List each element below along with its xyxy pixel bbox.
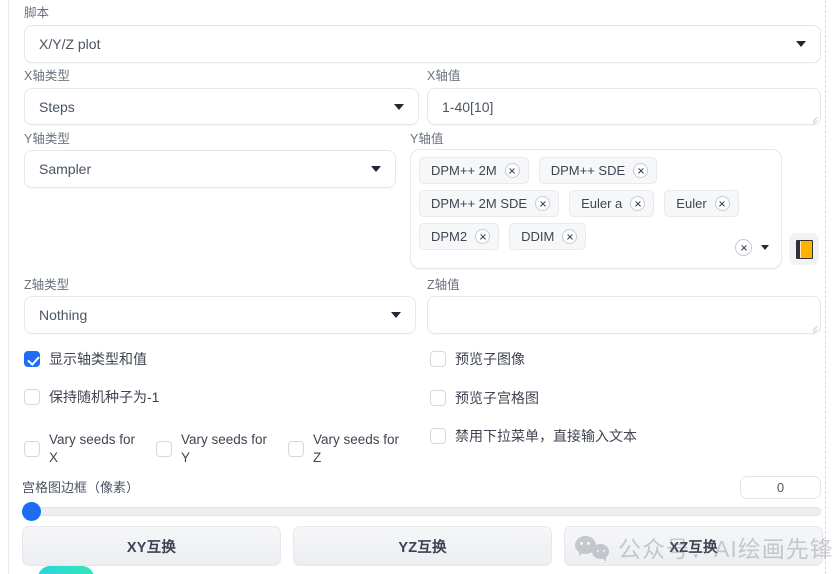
swap-yz-button[interactable]: YZ互换 xyxy=(293,526,552,566)
grid-border-slider-thumb[interactable] xyxy=(22,502,41,521)
checkbox-label: Vary seeds for Y xyxy=(181,432,268,465)
x-axis-type-value: Steps xyxy=(39,98,75,115)
checkbox-label: 禁用下拉菜单，直接输入文本 xyxy=(455,428,637,444)
grid-border-number-input[interactable]: 0 xyxy=(740,476,821,499)
vary-seeds-for-y-checkbox-row[interactable]: Vary seeds for Y xyxy=(156,431,286,467)
x-axis-values-text: 1-40[10] xyxy=(442,99,494,115)
tag-item[interactable]: Euler a xyxy=(569,190,655,217)
tag-label: Euler a xyxy=(581,196,623,211)
checkbox-label: Vary seeds for X xyxy=(49,432,136,465)
z-axis-values-label: Z轴值 xyxy=(427,278,460,292)
x-axis-values-input[interactable]: 1-40[10] xyxy=(427,88,821,125)
y-axis-type-label: Y轴类型 xyxy=(24,132,70,146)
notebook-icon xyxy=(795,239,813,259)
y-axis-type-value: Sampler xyxy=(39,161,92,177)
y-axis-tag-list: DPM++ 2M DPM++ SDE DPM++ 2M SDE Euler a xyxy=(419,157,773,250)
checkbox-label: Vary seeds for Z xyxy=(313,432,400,465)
tag-label: Euler xyxy=(676,196,707,211)
tag-label: DDIM xyxy=(521,229,555,244)
grid-border-slider-track[interactable] xyxy=(22,507,821,516)
x-axis-values-label: X轴值 xyxy=(427,69,461,83)
checkbox-box[interactable] xyxy=(430,351,446,367)
swap-xz-label: XZ互换 xyxy=(669,539,718,556)
disable-dropdown-checkbox-row[interactable]: 禁用下拉菜单，直接输入文本 xyxy=(430,427,637,445)
y-axis-multiselect-actions xyxy=(735,239,769,256)
y-axis-values-multiselect[interactable]: DPM++ 2M DPM++ SDE DPM++ 2M SDE Euler a xyxy=(410,149,782,269)
tag-item[interactable]: Euler xyxy=(664,190,739,217)
checkbox-box[interactable] xyxy=(430,390,446,406)
tag-label: DPM++ 2M xyxy=(431,163,497,178)
tag-item[interactable]: DPM++ 2M SDE xyxy=(419,190,560,217)
z-axis-type-value: Nothing xyxy=(39,307,88,323)
chevron-down-icon xyxy=(394,103,404,110)
show-axis-type-and-values-checkbox-row[interactable]: 显示轴类型和值 xyxy=(24,350,147,368)
checkbox-label: 显示轴类型和值 xyxy=(49,351,147,367)
tag-item[interactable]: DPM2 xyxy=(419,223,500,250)
resize-grip-icon[interactable] xyxy=(807,112,818,124)
remove-tag-icon[interactable] xyxy=(535,196,551,211)
script-label: 脚本 xyxy=(24,6,50,20)
z-axis-type-select[interactable]: Nothing xyxy=(24,296,416,334)
checkbox-box[interactable] xyxy=(24,351,40,367)
grid-border-slider-label: 宫格图边框（像素） xyxy=(22,480,140,495)
checkbox-box[interactable] xyxy=(430,428,446,444)
checkbox-box[interactable] xyxy=(24,389,40,405)
checkbox-box[interactable] xyxy=(24,441,40,457)
vary-seeds-for-z-checkbox-row[interactable]: Vary seeds for Z xyxy=(288,431,418,467)
y-axis-values-label: Y轴值 xyxy=(410,132,444,146)
chevron-down-icon xyxy=(796,41,806,47)
z-axis-type-label: Z轴类型 xyxy=(24,278,70,292)
preview-sub-images-checkbox-row[interactable]: 预览子图像 xyxy=(430,350,525,368)
checkbox-box[interactable] xyxy=(288,441,304,457)
checkbox-box[interactable] xyxy=(156,441,172,457)
script-select-value: X/Y/Z plot xyxy=(39,36,101,52)
swap-xy-label: XY互换 xyxy=(126,539,177,556)
vary-seeds-for-x-checkbox-row[interactable]: Vary seeds for X xyxy=(24,431,154,467)
chevron-down-icon xyxy=(371,166,381,172)
checkbox-label: 保持随机种子为-1 xyxy=(49,389,160,405)
swap-xz-button[interactable]: XZ互换 xyxy=(564,526,823,566)
remove-tag-icon[interactable] xyxy=(475,229,491,244)
remove-tag-icon[interactable] xyxy=(714,196,730,211)
tag-item[interactable]: DPM++ SDE xyxy=(538,157,658,184)
chevron-down-icon[interactable] xyxy=(761,245,769,250)
keep-random-seed-minus-one-checkbox-row[interactable]: 保持随机种子为-1 xyxy=(24,388,159,406)
tag-item[interactable]: DPM++ 2M xyxy=(419,157,529,184)
tag-label: DPM2 xyxy=(431,229,468,244)
preview-sub-grid-checkbox-row[interactable]: 预览子宫格图 xyxy=(430,389,539,407)
tag-item[interactable]: DDIM xyxy=(509,223,587,250)
tag-label: DPM++ 2M SDE xyxy=(431,196,528,211)
bottom-teal-pill[interactable] xyxy=(38,566,94,574)
remove-tag-icon[interactable] xyxy=(633,163,649,178)
resize-grip-icon[interactable] xyxy=(807,321,818,333)
checkbox-label: 预览子宫格图 xyxy=(455,390,539,406)
chevron-down-icon xyxy=(391,312,401,318)
remove-tag-icon[interactable] xyxy=(504,163,520,178)
checkbox-label: 预览子图像 xyxy=(455,351,525,367)
swap-yz-label: YZ互换 xyxy=(398,539,447,556)
clear-all-icon[interactable] xyxy=(735,239,752,256)
x-axis-type-select[interactable]: Steps xyxy=(24,88,419,125)
z-axis-values-input[interactable] xyxy=(427,296,821,334)
script-select[interactable]: X/Y/Z plot xyxy=(24,25,821,63)
y-axis-type-select[interactable]: Sampler xyxy=(24,150,396,188)
xyz-plot-script-panel: 脚本 X/Y/Z plot X轴类型 Steps X轴值 1-40[10] Y轴… xyxy=(0,0,834,574)
remove-tag-icon[interactable] xyxy=(562,229,578,244)
remove-tag-icon[interactable] xyxy=(630,196,646,211)
tag-label: DPM++ SDE xyxy=(550,163,626,178)
grid-border-number-value: 0 xyxy=(776,480,785,495)
x-axis-type-label: X轴类型 xyxy=(24,69,70,83)
notebook-button[interactable] xyxy=(789,233,819,265)
swap-xy-button[interactable]: XY互换 xyxy=(22,526,281,566)
